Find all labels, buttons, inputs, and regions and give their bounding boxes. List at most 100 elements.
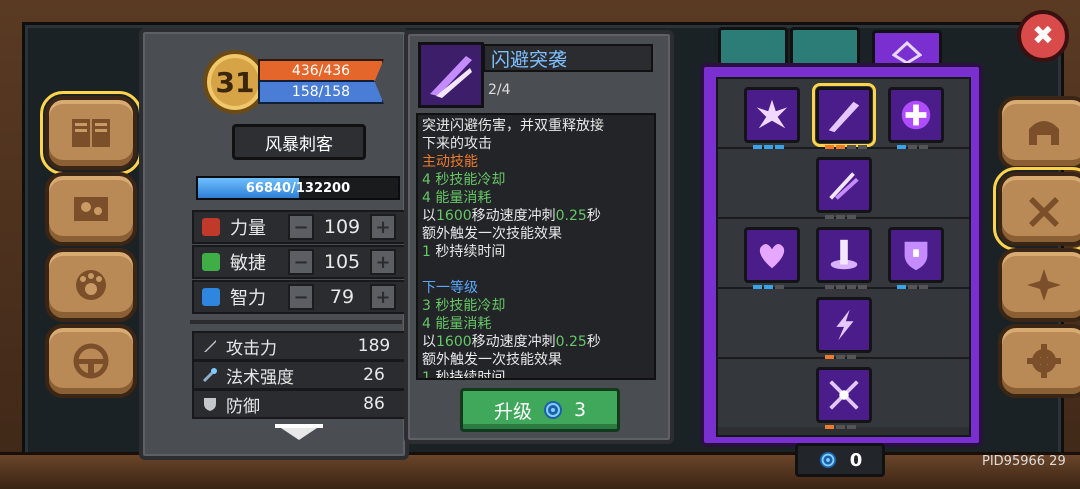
section-title-next: 下一等级 [422,280,478,296]
skill-tree-tab-1[interactable] [718,27,788,68]
desc-text: 移动速度冲刺 [471,208,556,224]
increase-strength-button[interactable]: + [370,214,396,240]
desc-text: 以 [422,208,436,224]
skill-point-swirl-icon [819,451,836,469]
settings-tab-button[interactable] [998,324,1080,398]
stat-value: 86 [363,394,385,414]
stat-name: 攻击力 [226,338,277,359]
value-text: 秒技能冷却 [430,172,506,188]
decrease-agility-button[interactable]: − [288,249,314,275]
stat-row-attack: 攻击力 189 [192,331,406,361]
level-badge: 31 [203,50,267,114]
shield-icon [904,241,928,271]
tree-row [718,359,969,429]
mp-bar: 158/158 [258,80,384,104]
skill-node-burst[interactable] [744,87,800,149]
assassin-emblem-icon [892,41,922,65]
vehicle-tab-button[interactable] [45,324,137,398]
attribute-value: 105 [323,251,361,273]
tree-row [718,79,969,149]
desc-line: 额外触发一次技能效果 [422,352,562,368]
upgrade-button[interactable]: 升级 3 [460,388,620,432]
skill-tree-tab-2[interactable] [790,27,860,68]
hp-bar: 436/436 [258,59,384,83]
light-pillar-icon [830,239,858,270]
journal-tab-button[interactable] [40,91,142,175]
skill-node-strike[interactable] [816,297,872,359]
attribute-name: 力量 [230,218,266,239]
skill-name: 闪避突袭 [483,44,653,72]
stat-row-defense: 防御 86 [192,389,406,419]
map-tab-button[interactable] [45,172,137,246]
stat-row-spell-power: 法术强度 26 [192,360,406,390]
attribute-row-intelligence: 智力 − 79 + [192,280,406,314]
player-id: PID95966 29 [982,454,1066,469]
skills-tab-button[interactable] [993,167,1080,251]
skill-node-blades[interactable] [816,157,872,219]
desc-text: 秒 [586,334,601,350]
skill-node-cross-slash[interactable] [816,367,872,429]
divider [190,320,402,324]
scroll-map-icon [74,197,108,221]
increase-agility-button[interactable]: + [370,249,396,275]
value-number: 4 [422,172,431,188]
cross-slash-icon [829,380,859,410]
desc-text: 以 [422,334,436,350]
dash-slash-icon [430,56,472,98]
value-number: 1600 [436,208,472,224]
value-text: 秒技能冷却 [430,298,506,314]
tree-row [718,289,969,359]
close-button[interactable]: ✖ [1017,10,1069,62]
desc-line: 突进闪避伤害，并双重释放接 [422,118,604,134]
skill-description[interactable]: 突进闪避伤害，并双重释放接 下来的攻击 主动技能 4 秒技能冷却 4 能量消耗 … [416,113,656,380]
attribute-name: 智力 [230,288,266,309]
xp-bar: 66840/132200 [196,176,400,200]
sword-icon [204,340,216,352]
helmet-icon [1029,121,1059,145]
attribute-row-strength: 力量 − 109 + [192,210,406,244]
decrease-intelligence-button[interactable]: − [288,284,314,310]
stat-name: 法术强度 [226,367,294,388]
skill-node-shield[interactable] [888,227,944,289]
value-number: 1600 [436,334,472,350]
desc-line: 额外触发一次技能效果 [422,226,562,242]
skill-node-pet[interactable] [744,227,800,289]
upgrade-cost: 3 [573,399,587,421]
value-number: 4 [422,190,431,206]
value-text: 能量消耗 [430,316,492,332]
desc-text: 秒持续时间 [430,244,506,260]
book-icon [202,288,220,306]
twin-blades-icon [829,172,859,200]
lightning-slash-icon [836,309,854,341]
value-number: 0.25 [555,334,587,350]
skill-node-dash-strike[interactable] [812,83,876,149]
helmet-tab-button[interactable] [998,96,1080,170]
pet-tab-button[interactable] [45,248,137,322]
section-title-active: 主动技能 [422,154,478,170]
desc-text: 移动速度冲刺 [471,334,556,350]
compass-star-icon [1027,269,1061,301]
skill-point-swirl-icon [543,401,562,419]
skill-icon [418,42,484,108]
attribute-row-agility: 敏捷 − 105 + [192,245,406,279]
shield-icon [204,398,216,411]
attribute-value: 79 [329,286,355,308]
tree-row [718,149,969,219]
skill-points-value: 0 [849,449,863,471]
increase-intelligence-button[interactable]: + [370,284,396,310]
stat-name: 防御 [226,396,260,417]
skill-node-heal[interactable] [888,87,944,149]
class-name-button[interactable]: 风暴刺客 [232,124,366,160]
decrease-strength-button[interactable]: − [288,214,314,240]
skill-node-pillar[interactable] [816,227,872,289]
stat-value: 26 [363,365,385,385]
tree-row [718,219,969,289]
talent-tab-button[interactable] [998,248,1080,322]
xp-text: 66840/132200 [245,180,351,196]
paw-icon [76,270,106,300]
feather-icon [202,253,220,271]
heart-creature-icon [759,244,785,269]
scroll-down-arrow-icon[interactable] [275,424,323,442]
value-number: 3 [422,298,431,314]
skill-tree-grid [716,77,971,437]
